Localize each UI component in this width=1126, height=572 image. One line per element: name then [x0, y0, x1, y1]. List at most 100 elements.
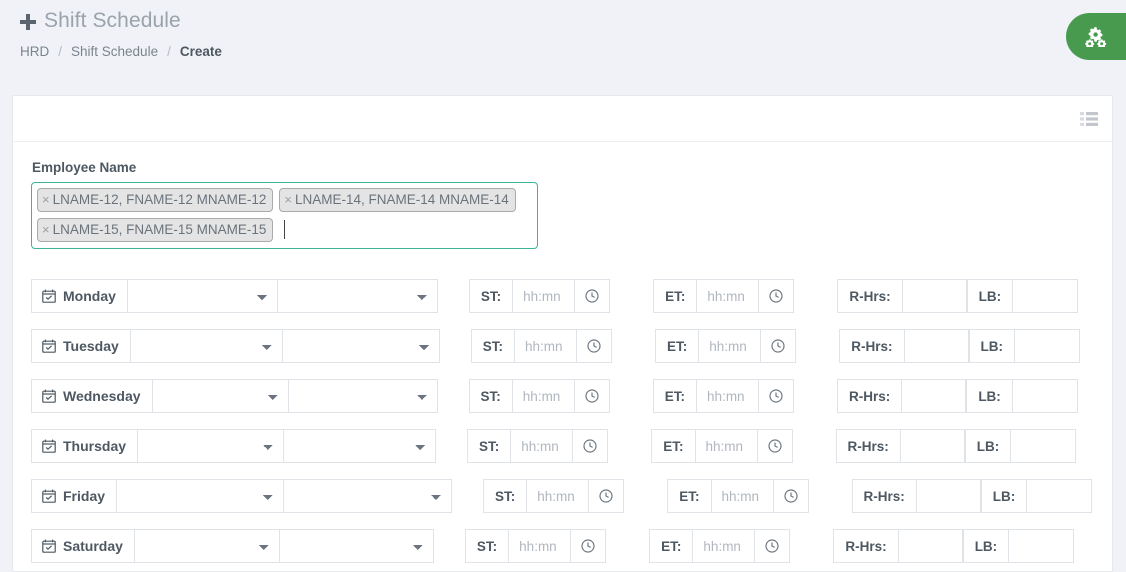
employee-tag[interactable]: × LNAME-15, FNAME-15 MNAME-15	[37, 218, 274, 242]
hours-group: R-Hrs: LB:	[839, 329, 1081, 363]
employee-name-label: Employee Name	[32, 160, 137, 175]
start-time-picker-button[interactable]	[589, 479, 625, 513]
regular-hours-input[interactable]	[898, 529, 963, 563]
calendar-check-icon	[42, 289, 56, 303]
start-time-input[interactable]	[527, 479, 590, 513]
table-row: Saturday ST: hh:mn ET: hh:mn R-Hrs: LB:	[31, 521, 1094, 571]
employee-name-search-input[interactable]	[284, 220, 286, 239]
start-time-picker-button[interactable]	[573, 429, 609, 463]
shift-type-select[interactable]	[284, 479, 453, 513]
shift-select[interactable]	[130, 329, 283, 363]
shift-type-select[interactable]	[282, 329, 440, 363]
end-time-picker-button[interactable]	[755, 529, 791, 563]
regular-hours-input[interactable]	[916, 479, 981, 513]
shift-type-select[interactable]	[279, 529, 434, 563]
start-time-input[interactable]	[515, 329, 578, 363]
lunch-break-label: LB:	[962, 529, 1010, 563]
lunch-break-input[interactable]	[1027, 479, 1093, 513]
shift-select[interactable]	[134, 529, 280, 563]
day-label: Wednesday	[31, 379, 153, 413]
day-label: Tuesday	[31, 329, 131, 363]
shift-select[interactable]	[127, 279, 278, 313]
regular-hours-input[interactable]	[900, 429, 965, 463]
end-time-input[interactable]	[693, 529, 756, 563]
breadcrumb-item-shift-schedule[interactable]: Shift Schedule	[71, 44, 158, 59]
breadcrumb: HRD / Shift Schedule / Create	[20, 44, 1126, 59]
regular-hours-input[interactable]	[902, 379, 967, 413]
regular-hours-input[interactable]	[902, 279, 967, 313]
clock-icon	[585, 289, 599, 303]
calendar-check-icon	[42, 389, 56, 403]
shift-select[interactable]	[152, 379, 289, 413]
end-time-group: ET:	[649, 529, 791, 563]
lunch-break-input[interactable]	[1012, 379, 1078, 413]
remove-tag-icon[interactable]: ×	[284, 191, 292, 208]
regular-hours-label: R-Hrs:	[833, 529, 899, 563]
day-label: Monday	[31, 279, 128, 313]
table-row: Monday ST: hh:mn ET: hh:mn R-Hrs: LB:	[31, 271, 1094, 321]
start-time-picker-button[interactable]	[574, 379, 610, 413]
regular-hours-label: R-Hrs:	[851, 479, 917, 513]
start-time-group: ST:	[464, 529, 607, 563]
remove-tag-icon[interactable]: ×	[42, 191, 50, 208]
end-time-picker-button[interactable]	[773, 479, 809, 513]
breadcrumb-separator: /	[58, 44, 63, 59]
end-time-label: ET:	[649, 529, 694, 563]
table-row: Tuesday ST: hh:mn ET: hh:mn R-Hrs: LB:	[31, 321, 1094, 371]
clock-icon	[771, 339, 785, 353]
end-time-input[interactable]	[697, 379, 760, 413]
start-time-picker-button[interactable]	[577, 329, 613, 363]
settings-side-tab[interactable]	[1066, 13, 1126, 60]
start-time-label: ST:	[468, 279, 514, 313]
remove-tag-icon[interactable]: ×	[42, 221, 50, 238]
clock-icon	[581, 539, 595, 553]
start-time-label: ST:	[467, 429, 512, 463]
clock-icon	[587, 339, 601, 353]
lunch-break-input[interactable]	[1009, 529, 1075, 563]
shift-select[interactable]	[117, 479, 285, 513]
end-time-group: ET:	[652, 379, 795, 413]
shift-type-select[interactable]	[288, 379, 438, 413]
end-time-input[interactable]	[711, 479, 774, 513]
start-time-input[interactable]	[513, 279, 576, 313]
table-row: Thursday ST: hh:mn ET: hh:mn R-Hrs: LB:	[31, 421, 1094, 471]
end-time-picker-button[interactable]	[759, 279, 795, 313]
regular-hours-input[interactable]	[904, 329, 969, 363]
day-label: Saturday	[31, 529, 135, 563]
regular-hours-label: R-Hrs:	[835, 429, 901, 463]
end-time-input[interactable]	[699, 329, 762, 363]
employee-tag[interactable]: × LNAME-14, FNAME-14 MNAME-14	[279, 188, 516, 212]
lunch-break-input[interactable]	[1013, 279, 1079, 313]
lunch-break-label: LB:	[966, 279, 1014, 313]
list-icon[interactable]	[1080, 111, 1098, 126]
start-time-label: ST:	[464, 529, 510, 563]
start-time-input[interactable]	[511, 429, 574, 463]
start-time-picker-button[interactable]	[575, 279, 611, 313]
shift-type-select[interactable]	[284, 429, 437, 463]
end-time-input[interactable]	[697, 279, 760, 313]
start-time-input[interactable]	[509, 529, 572, 563]
table-row: Friday ST: hh:mn ET: hh:mn R-Hrs: LB:	[31, 471, 1094, 521]
lunch-break-input[interactable]	[1011, 429, 1077, 463]
breadcrumb-item-hrd[interactable]: HRD	[20, 44, 49, 59]
start-time-picker-button[interactable]	[571, 529, 607, 563]
start-time-group: ST:	[483, 479, 625, 513]
employee-name-select2[interactable]: × LNAME-12, FNAME-12 MNAME-12 × LNAME-14…	[31, 182, 538, 249]
regular-hours-label: R-Hrs:	[837, 379, 903, 413]
end-time-picker-button[interactable]	[759, 379, 795, 413]
shift-type-select[interactable]	[277, 279, 438, 313]
day-name: Thursday	[63, 438, 127, 454]
hours-group: R-Hrs: LB:	[837, 279, 1079, 313]
employee-tag[interactable]: × LNAME-12, FNAME-12 MNAME-12	[37, 188, 274, 212]
end-time-picker-button[interactable]	[761, 329, 797, 363]
shift-select[interactable]	[138, 429, 285, 463]
day-group: Tuesday	[31, 329, 440, 363]
end-time-input[interactable]	[695, 429, 758, 463]
page-title: Shift Schedule	[20, 8, 1126, 34]
plus-icon	[20, 14, 36, 30]
start-time-input[interactable]	[512, 379, 575, 413]
end-time-group: ET:	[653, 279, 795, 313]
lunch-break-input[interactable]	[1015, 329, 1081, 363]
end-time-picker-button[interactable]	[757, 429, 793, 463]
clock-icon	[769, 389, 783, 403]
